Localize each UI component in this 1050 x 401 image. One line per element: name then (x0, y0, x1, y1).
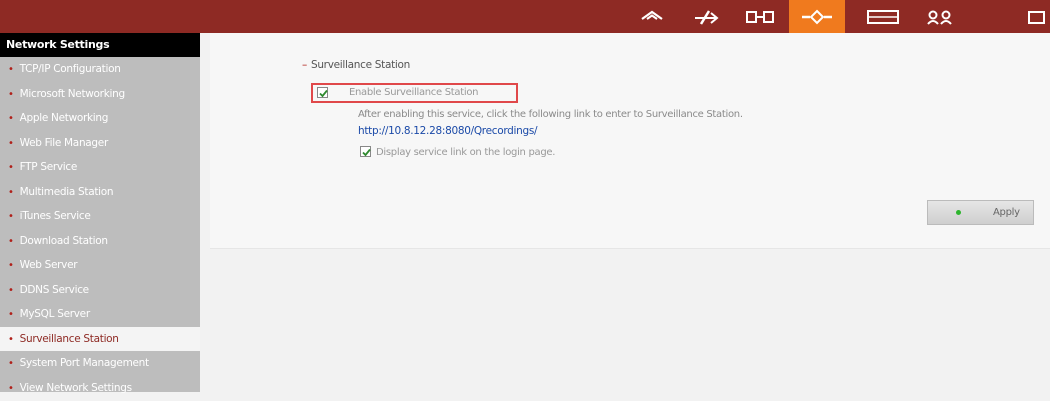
sidebar-item-mysql-server[interactable]: • MySQL Server (0, 302, 200, 327)
status-dot-icon (956, 210, 961, 215)
settings-panel: – Surveillance Station Enable Surveillanc… (210, 33, 1050, 249)
sidebar-item-label: Web Server (19, 259, 78, 271)
surveillance-link[interactable]: http://10.8.12.28:8080/Qrecordings/ (358, 125, 538, 137)
sidebar-item-web-server[interactable]: • Web Server (0, 253, 200, 278)
apply-button-label: Apply (993, 207, 1020, 218)
sidebar-item-view-network-settings[interactable]: • View Network Settings (0, 376, 200, 401)
bullet-icon: • (8, 186, 14, 198)
bullet-icon: • (8, 211, 14, 222)
sidebar-item-label: FTP Service (19, 161, 78, 173)
sidebar-title: Network Settings (0, 33, 200, 57)
sidebar-item-label: Surveillance Station (19, 332, 119, 345)
sidebar-item-multimedia-station[interactable]: • Multimedia Station (0, 180, 200, 205)
sidebar-item-label: MySQL Server (19, 308, 91, 320)
sidebar-item-microsoft-networking[interactable]: • Microsoft Networking (0, 82, 200, 107)
applications-icon[interactable] (789, 0, 845, 33)
bullet-icon: • (8, 309, 14, 320)
devices-icon[interactable] (738, 0, 782, 33)
section-title-label: Surveillance Station (310, 59, 411, 71)
sidebar-item-ddns-service[interactable]: • DDNS Service (0, 278, 200, 303)
bullet-icon: • (8, 64, 14, 75)
display-link-checkbox[interactable] (360, 146, 371, 157)
bullet-icon: • (8, 358, 14, 369)
enable-surveillance-label: Enable Surveillance Station (349, 87, 479, 98)
service-description: After enabling this service, click the f… (358, 109, 743, 120)
bullet-icon: • (8, 284, 14, 296)
top-nav-bar (0, 0, 1050, 33)
sidebar-item-system-port-management[interactable]: • System Port Management (0, 351, 200, 376)
display-link-label: Display service link on the login page. (376, 147, 556, 158)
sidebar-item-label: TCP/IP Configuration (19, 63, 121, 75)
section-title: – Surveillance Station (302, 59, 411, 71)
bullet-icon: • (8, 137, 14, 149)
sidebar-item-label: Microsoft Networking (19, 87, 126, 100)
sidebar-item-label: Web File Manager (19, 136, 109, 149)
sidebar-item-label: DDNS Service (19, 283, 90, 296)
disk-icon[interactable] (855, 0, 911, 33)
folder-icon[interactable] (1022, 0, 1050, 33)
bullet-icon: • (8, 235, 14, 247)
sidebar-item-ftp-service[interactable]: • FTP Service (0, 155, 200, 180)
sidebar-item-label: Multimedia Station (19, 185, 114, 198)
bullet-icon: • (8, 88, 14, 100)
main-content: – Surveillance Station Enable Surveillanc… (200, 33, 1050, 392)
network-icon[interactable] (684, 0, 728, 33)
sidebar-item-label: System Port Management (19, 357, 150, 369)
sidebar-item-surveillance-station[interactable]: • Surveillance Station (0, 326, 200, 351)
sidebar-item-itunes-service[interactable]: • iTunes Service (0, 204, 200, 229)
bullet-icon: • (8, 162, 14, 173)
home-icon[interactable] (630, 0, 674, 33)
sidebar-item-web-file-manager[interactable]: • Web File Manager (0, 131, 200, 156)
apply-button[interactable]: Apply (927, 200, 1034, 225)
bullet-icon: • (8, 333, 14, 345)
users-icon[interactable] (918, 0, 962, 33)
enable-surveillance-checkbox[interactable] (317, 87, 328, 98)
sidebar-item-label: Download Station (19, 234, 108, 247)
sidebar-item-label: Apple Networking (19, 112, 109, 124)
sidebar-item-download-station[interactable]: • Download Station (0, 229, 200, 254)
bullet-icon: • (8, 260, 14, 271)
sidebar-item-label: iTunes Service (19, 210, 91, 222)
sidebar-item-tcpip[interactable]: • TCP/IP Configuration (0, 57, 200, 82)
bullet-icon: • (8, 113, 14, 124)
sidebar: Network Settings • TCP/IP Configuration •… (0, 33, 200, 394)
sidebar-item-apple-networking[interactable]: • Apple Networking (0, 106, 200, 131)
